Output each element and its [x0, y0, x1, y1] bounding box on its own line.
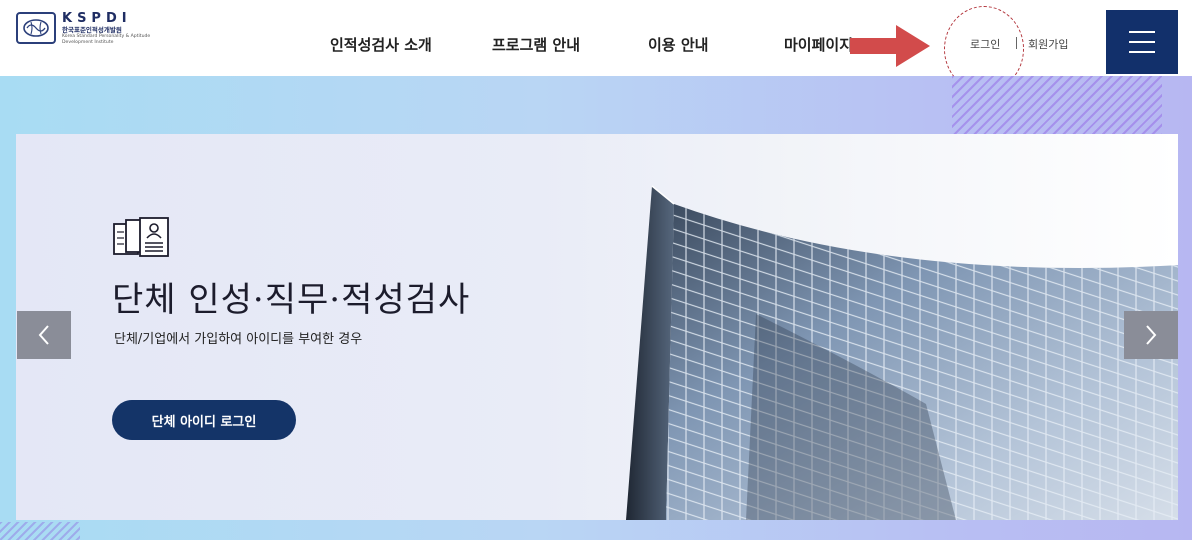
slide-prev-button[interactable]	[17, 311, 71, 359]
nav-item-program-guide[interactable]: 프로그램 안내	[492, 34, 580, 55]
site-header: KSPDI 한국표준인적성개발원 Korea Standard Personal…	[0, 0, 1192, 92]
hero-subtitle: 단체/기업에서 가입하여 아이디를 부여한 경우	[114, 332, 363, 347]
nav-item-usage-guide[interactable]: 이용 안내	[648, 34, 708, 55]
logo-korean-name: 한국표준인적성개발원	[62, 26, 122, 34]
site-logo[interactable]: KSPDI 한국표준인적성개발원 Korea Standard Personal…	[16, 12, 182, 46]
chevron-right-icon	[1146, 325, 1157, 345]
util-divider	[1016, 37, 1017, 49]
decorative-stripes	[952, 76, 1162, 134]
hero-slide	[16, 134, 1178, 520]
chevron-left-icon	[38, 325, 49, 345]
document-group-icon	[112, 216, 170, 262]
building-image	[626, 185, 1178, 520]
decorative-stripes-bottom	[0, 522, 80, 540]
hamburger-menu-button[interactable]	[1106, 10, 1178, 74]
nav-item-test-intro[interactable]: 인적성검사 소개	[330, 34, 432, 55]
logo-english-name: Korea Standard Personality & Aptitude De…	[62, 34, 151, 45]
brain-logo-icon	[16, 12, 56, 44]
login-link[interactable]: 로그인	[970, 36, 1000, 52]
signup-link[interactable]: 회원가입	[1028, 36, 1068, 52]
slide-next-button[interactable]	[1124, 311, 1178, 359]
annotation-arrow-icon	[850, 25, 930, 71]
hero-title: 단체 인성·직무·적성검사	[112, 280, 471, 320]
nav-item-mypage[interactable]: 마이페이지	[784, 34, 853, 55]
logo-abbreviation: KSPDI	[62, 11, 132, 26]
group-id-login-button[interactable]: 단체 아이디 로그인	[112, 400, 296, 440]
hamburger-icon	[1129, 31, 1155, 33]
